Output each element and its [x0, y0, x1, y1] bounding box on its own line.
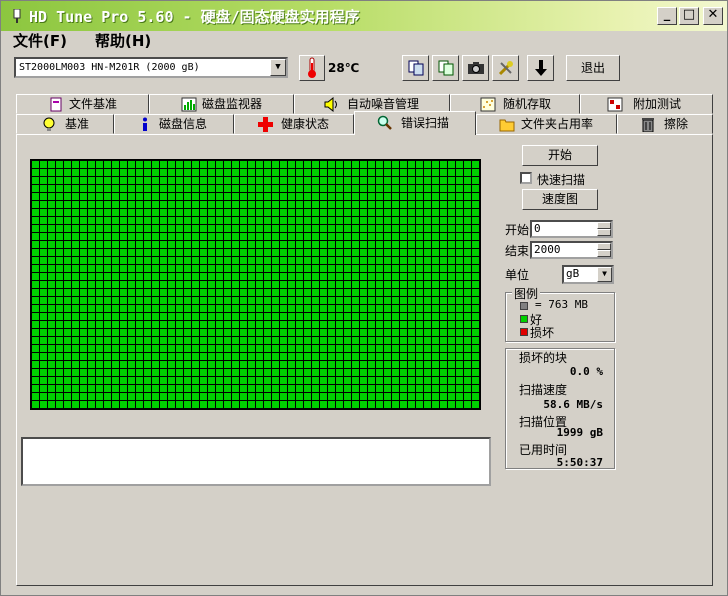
lightbulb-icon	[43, 117, 55, 131]
close-icon: ✕	[707, 7, 719, 22]
legend-block-size: = 763 MB	[535, 298, 588, 311]
exit-label: 退出	[580, 61, 605, 75]
maximize-icon: □	[682, 7, 696, 22]
screenshot-button[interactable]	[462, 55, 489, 81]
menu-file[interactable]: 文件(F)	[13, 31, 67, 51]
temperature-value: 28℃	[328, 61, 360, 75]
damaged-blocks-label: 损坏的块	[519, 351, 568, 365]
minimize-icon: _	[663, 7, 671, 22]
info-icon	[143, 117, 147, 131]
legend-bad-label: 损坏	[530, 326, 555, 340]
tab-benchmark[interactable]: 基准	[16, 114, 114, 134]
spin-down-icon[interactable]	[597, 229, 611, 236]
minimize-button[interactable]: _	[657, 7, 677, 25]
maximize-button[interactable]: □	[679, 7, 699, 25]
trash-icon	[642, 118, 654, 132]
end-position-input[interactable]: 2000	[530, 241, 613, 259]
speed-map-button[interactable]: 速度图	[522, 189, 598, 210]
exit-button[interactable]: 退出	[566, 55, 620, 81]
title-bar[interactable]: HD Tune Pro 5.60 - 硬盘/固态硬盘实用程序 _ □ ✕	[1, 1, 727, 31]
legend-good-swatch	[520, 315, 528, 323]
tab-extra-tests[interactable]: 附加测试	[580, 94, 713, 114]
spin-down-icon[interactable]	[597, 250, 611, 257]
scan-position-value: 1999 gB	[556, 426, 603, 439]
tab-disk-info[interactable]: 磁盘信息	[114, 114, 234, 134]
unit-label: 单位	[505, 268, 530, 282]
menu-help[interactable]: 帮助(H)	[95, 31, 151, 51]
folder-icon	[499, 119, 515, 132]
random-access-icon	[480, 97, 496, 112]
copy-text-button[interactable]	[402, 55, 429, 81]
tab-error-scan[interactable]: 错误扫描	[354, 111, 476, 135]
settings-button[interactable]	[492, 55, 519, 81]
close-button[interactable]: ✕	[703, 7, 723, 25]
elapsed-time-value: 5:50:37	[556, 456, 603, 469]
tab-folder-usage[interactable]: 文件夹占用率	[476, 114, 617, 134]
bar-chart-icon	[181, 97, 197, 112]
copy-icon	[408, 60, 423, 76]
magnifier-icon	[377, 115, 392, 130]
quick-scan-label: 快速扫描	[537, 173, 586, 187]
camera-icon	[467, 62, 484, 74]
app-window: HD Tune Pro 5.60 - 硬盘/固态硬盘实用程序 _ □ ✕ 文件(…	[0, 0, 728, 596]
arrow-down-icon	[534, 60, 547, 76]
damaged-blocks-value: 0.0 %	[569, 365, 603, 378]
tab-health[interactable]: 健康状态	[234, 114, 354, 134]
drive-select[interactable]: ST2000LM003 HN-M201R (2000 gB) ▼	[14, 57, 288, 78]
tools-icon	[498, 61, 513, 76]
speaker-icon	[324, 97, 337, 112]
scan-log-box[interactable]	[21, 437, 491, 486]
temperature-button[interactable]	[299, 55, 325, 81]
thermometer-icon	[308, 57, 316, 78]
window-title: HD Tune Pro 5.60 - 硬盘/固态硬盘实用程序	[29, 8, 360, 26]
tab-disk-monitor[interactable]: 磁盘监视器	[149, 94, 294, 114]
tab-file-benchmark[interactable]: 文件基准	[16, 94, 149, 114]
start-position-label: 开始	[505, 223, 530, 237]
start-position-input[interactable]: 0	[530, 220, 613, 238]
health-cross-icon	[258, 117, 273, 132]
chevron-down-icon[interactable]: ▼	[597, 267, 612, 282]
extra-tests-icon	[607, 97, 623, 112]
scan-speed-label: 扫描速度	[519, 383, 568, 397]
start-scan-button[interactable]: 开始	[522, 145, 598, 166]
legend-block-swatch	[520, 302, 528, 310]
copy-info-button[interactable]	[432, 55, 459, 81]
scan-speed-value: 58.6 MB/s	[543, 398, 603, 411]
end-position-label: 结束	[505, 244, 530, 258]
app-icon	[13, 9, 21, 23]
drive-select-value: ST2000LM003 HN-M201R (2000 gB)	[19, 62, 200, 73]
spin-up-icon[interactable]	[597, 222, 611, 229]
chevron-down-icon[interactable]: ▼	[270, 59, 286, 76]
legend-bad-swatch	[520, 328, 528, 336]
unit-select[interactable]: gB ▼	[562, 265, 614, 284]
spin-up-icon[interactable]	[597, 243, 611, 250]
copy-info-icon	[438, 60, 453, 76]
save-button[interactable]	[527, 55, 554, 81]
tab-erase[interactable]: 擦除	[617, 114, 713, 134]
menu-bar: 文件(F) 帮助(H)	[1, 31, 727, 53]
scan-block-map	[30, 159, 481, 410]
file-benchmark-icon	[50, 97, 62, 112]
quick-scan-checkbox[interactable]	[520, 172, 532, 184]
